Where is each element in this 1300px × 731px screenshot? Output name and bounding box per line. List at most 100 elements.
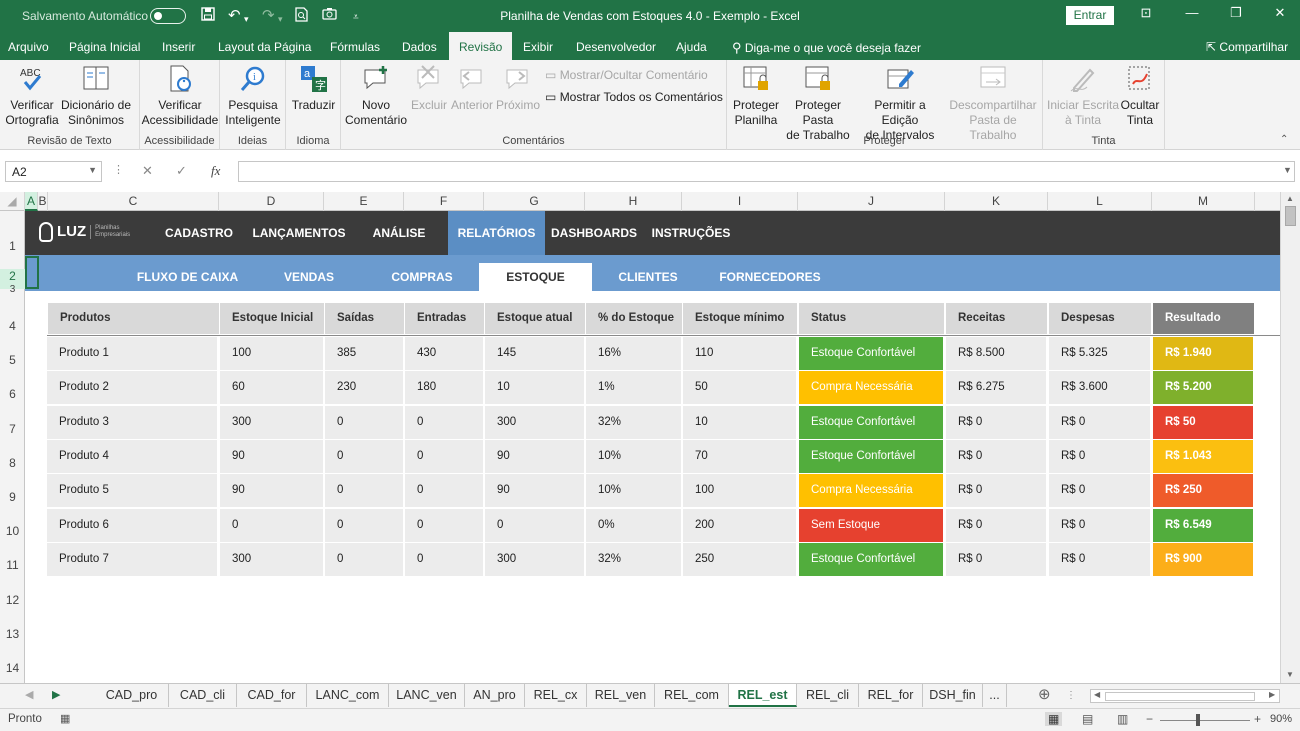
subnav-fornecedores[interactable]: FORNECEDORES [715,263,825,291]
tab-desenvolvedor[interactable]: Desenvolvedor [576,40,656,54]
cell-receitas[interactable]: R$ 0 [946,405,1047,439]
signin-button[interactable]: Entrar [1066,6,1114,25]
cell-receitas[interactable]: R$ 0 [946,508,1047,542]
cell-resultado[interactable]: R$ 5.200 [1153,371,1254,405]
row-header-8[interactable]: 8 [0,456,25,470]
cell-inicial[interactable]: 60 [220,371,324,405]
col-header-d[interactable]: D [219,192,324,211]
cell-inicial[interactable]: 0 [220,508,324,542]
vertical-scroll-thumb[interactable] [1285,206,1296,226]
col-header-k[interactable]: K [945,192,1048,211]
page-break-view-icon[interactable]: ▥ [1117,712,1128,726]
col-header-c[interactable]: C [48,192,219,211]
cell-produto[interactable]: Produto 2 [47,371,218,405]
cell-status[interactable]: Estoque Confortável [799,405,944,439]
save-icon[interactable] [201,7,215,26]
cell-receitas[interactable]: R$ 0 [946,474,1047,508]
nav-dashboards[interactable]: DASHBOARDS [550,211,638,255]
cell-receitas[interactable]: R$ 6.275 [946,371,1047,405]
unshare-workbook-button[interactable]: Descompartilhar Pasta de Trabalho [945,64,1041,143]
row-header-3[interactable]: 3 [0,284,25,295]
col-header-i[interactable]: I [682,192,798,211]
restore-icon[interactable]: ❐ [1226,5,1246,21]
cell-produto[interactable]: Produto 4 [47,439,218,473]
vertical-scrollbar[interactable]: ▲ ▼ [1280,192,1300,683]
thesaurus-button[interactable]: Dicionário de Sinônimos [60,64,132,128]
cell-atual[interactable]: 300 [485,542,585,576]
row-header-9[interactable]: 9 [0,490,25,504]
worksheet-grid[interactable]: LUZ Planilhas Empresariais CADASTRO LANÇA… [25,211,1280,683]
previous-comment-button[interactable]: Anterior [449,64,495,113]
cell-entradas[interactable]: 0 [405,439,484,473]
cell-minimo[interactable]: 100 [683,474,797,508]
row-header-14[interactable]: 14 [0,661,25,675]
cell-produto[interactable]: Produto 7 [47,542,218,576]
cell-despesas[interactable]: R$ 3.600 [1049,371,1151,405]
protect-workbook-button[interactable]: Proteger Pasta de Trabalho [781,64,855,143]
zoom-slider[interactable] [1160,720,1250,721]
tab-revisao[interactable]: Revisão [449,32,513,60]
cell-inicial[interactable]: 90 [220,474,324,508]
tab-arquivo[interactable]: Arquivo [8,40,49,54]
cell-despesas[interactable]: R$ 0 [1049,474,1151,508]
name-box[interactable]: A2 ▼ [5,161,102,182]
sheet-tab[interactable]: REL_cx [525,684,587,707]
tab-pagina-inicial[interactable]: Página Inicial [69,40,140,54]
translate-button[interactable]: a字 Traduzir [286,64,341,113]
ribbon-display-icon[interactable]: ⊡ [1136,5,1156,21]
cell-status[interactable]: Compra Necessária [799,474,944,508]
tab-exibir[interactable]: Exibir [523,40,553,54]
check-accessibility-button[interactable]: Verificar Acessibilidade [140,64,220,128]
nav-instrucoes[interactable]: INSTRUÇÕES [649,211,733,255]
cell-status[interactable]: Sem Estoque [799,508,944,542]
cell-atual[interactable]: 300 [485,405,585,439]
sheet-tab[interactable]: CAD_for [237,684,307,707]
cell-status[interactable]: Estoque Confortável [799,542,944,576]
cell-saidas[interactable]: 0 [325,474,404,508]
sheet-tab[interactable]: AN_pro [465,684,525,707]
cell-atual[interactable]: 145 [485,337,585,370]
next-comment-button[interactable]: Próximo [496,64,540,113]
sheet-tab[interactable]: REL_cli [797,684,859,707]
nav-analise[interactable]: ANÁLISE [363,211,435,255]
zoom-out-icon[interactable]: − [1146,712,1153,726]
smart-lookup-button[interactable]: i Pesquisa Inteligente [220,64,286,128]
subnav-estoque[interactable]: ESTOQUE [479,263,592,291]
cell-despesas[interactable]: R$ 5.325 [1049,337,1151,370]
normal-view-icon[interactable]: ▦ [1045,712,1063,726]
cell-saidas[interactable]: 0 [325,405,404,439]
tab-formulas[interactable]: Fórmulas [330,40,380,54]
scroll-down-icon[interactable]: ▼ [1286,670,1294,679]
col-header-e[interactable]: E [324,192,404,211]
cell-produto[interactable]: Produto 6 [47,508,218,542]
cell-entradas[interactable]: 430 [405,337,484,370]
cell-despesas[interactable]: R$ 0 [1049,542,1151,576]
cell-receitas[interactable]: R$ 0 [946,542,1047,576]
col-header-f[interactable]: F [404,192,484,211]
cell-atual[interactable]: 90 [485,439,585,473]
cell-entradas[interactable]: 180 [405,371,484,405]
sheet-tab[interactable]: LANC_com [307,684,389,707]
cell-atual[interactable]: 10 [485,371,585,405]
nav-lancamentos[interactable]: LANÇAMENTOS [247,211,351,255]
row-header-5[interactable]: 5 [0,353,25,367]
active-cell-a2[interactable] [25,256,39,289]
cell-minimo[interactable]: 10 [683,405,797,439]
redo-dropdown-icon[interactable]: ▾ [278,10,283,28]
tab-inserir[interactable]: Inserir [162,40,195,54]
cell-minimo[interactable]: 70 [683,439,797,473]
allow-edit-ranges-button[interactable]: Permitir a Edição de Intervalos [857,64,943,143]
cell-pct[interactable]: 1% [586,371,682,405]
cell-pct[interactable]: 32% [586,542,682,576]
row-header-11[interactable]: 11 [0,558,25,572]
tab-ajuda[interactable]: Ajuda [676,40,707,54]
col-header-h[interactable]: H [585,192,682,211]
add-sheet-icon[interactable]: ⊕ [1038,685,1051,703]
cell-despesas[interactable]: R$ 0 [1049,439,1151,473]
cell-inicial[interactable]: 300 [220,405,324,439]
cell-pct[interactable]: 0% [586,508,682,542]
collapse-ribbon-icon[interactable]: ⌃ [1280,134,1288,145]
cell-inicial[interactable]: 90 [220,439,324,473]
tab-split-icon[interactable]: ⋮ [1066,690,1076,701]
macro-record-icon[interactable]: ▦ [60,712,70,725]
